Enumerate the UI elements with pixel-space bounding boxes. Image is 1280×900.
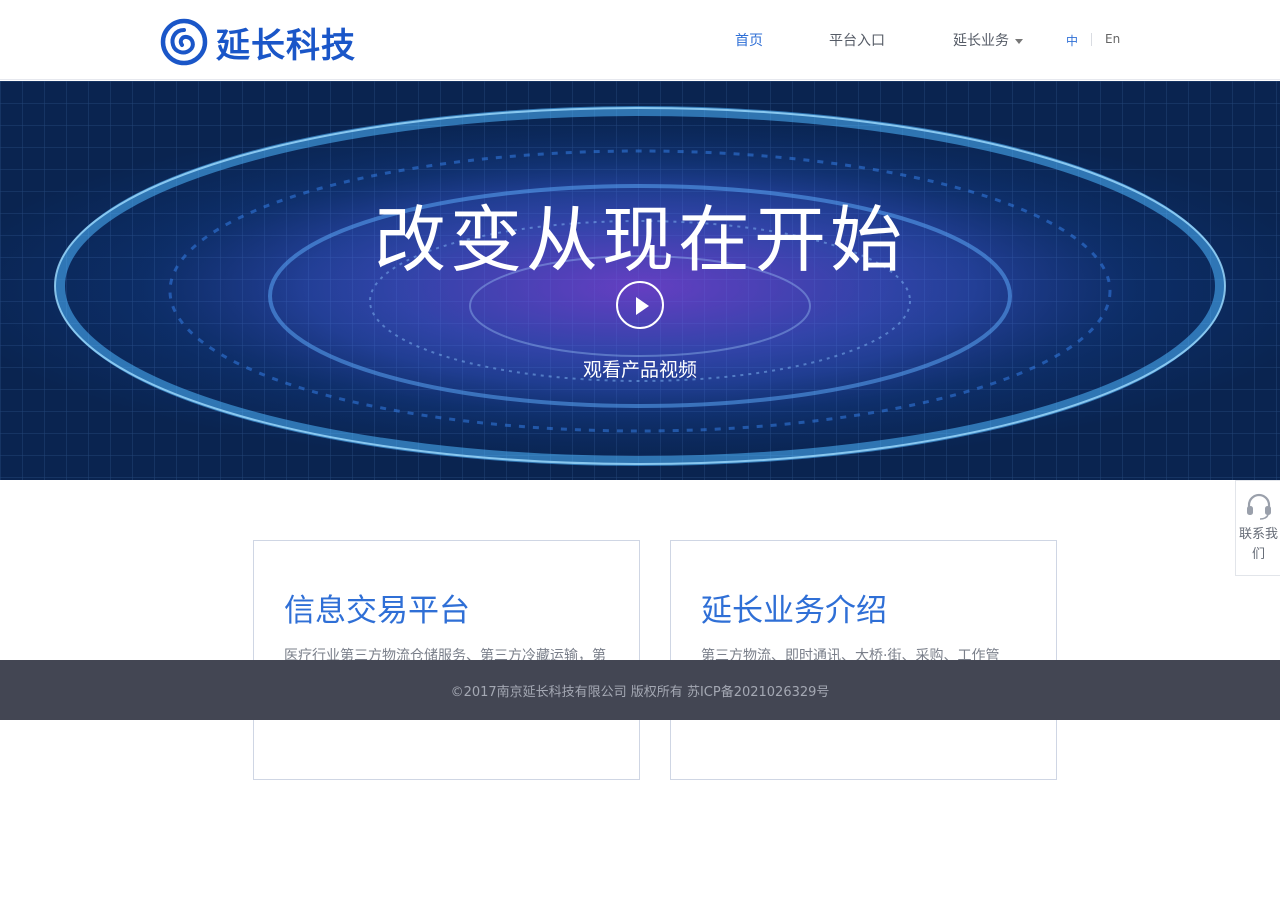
card-title: 信息交易平台	[284, 593, 470, 629]
nav-item-business-label: 延长业务	[953, 33, 1009, 49]
play-video-button[interactable]	[616, 281, 664, 329]
contact-us-widget[interactable]: 联系我们	[1235, 480, 1280, 576]
card-title: 延长业务介绍	[701, 593, 887, 629]
hero-banner: 改变从现在开始 观看产品视频	[0, 81, 1280, 480]
swirl-logo-icon	[160, 18, 208, 66]
logo-text: 延长科技	[216, 25, 356, 66]
nav-item-home[interactable]: 首页	[735, 30, 763, 50]
play-icon	[636, 297, 649, 315]
nav-item-business-dropdown[interactable]: 延长业务	[953, 30, 1023, 50]
caret-down-icon	[1015, 38, 1023, 44]
site-footer: ©2017南京延长科技有限公司 版权所有 苏ICP备2021026329号	[0, 660, 1280, 720]
nav-item-platform[interactable]: 平台入口	[829, 30, 885, 50]
copyright-text: ©2017南京延长科技有限公司 版权所有 苏ICP备2021026329号	[450, 684, 830, 700]
lang-divider	[1091, 33, 1092, 46]
headset-icon	[1247, 493, 1271, 520]
lang-zh[interactable]: 中	[1066, 32, 1078, 49]
watch-video-link[interactable]: 观看产品视频	[0, 355, 1280, 382]
lang-en[interactable]: En	[1105, 32, 1120, 46]
site-header: 延长科技 首页 平台入口 延长业务 中 En	[0, 0, 1280, 80]
contact-us-label: 联系我们	[1238, 527, 1278, 562]
logo[interactable]: 延长科技	[160, 18, 356, 66]
hero-title: 改变从现在开始	[373, 198, 906, 282]
